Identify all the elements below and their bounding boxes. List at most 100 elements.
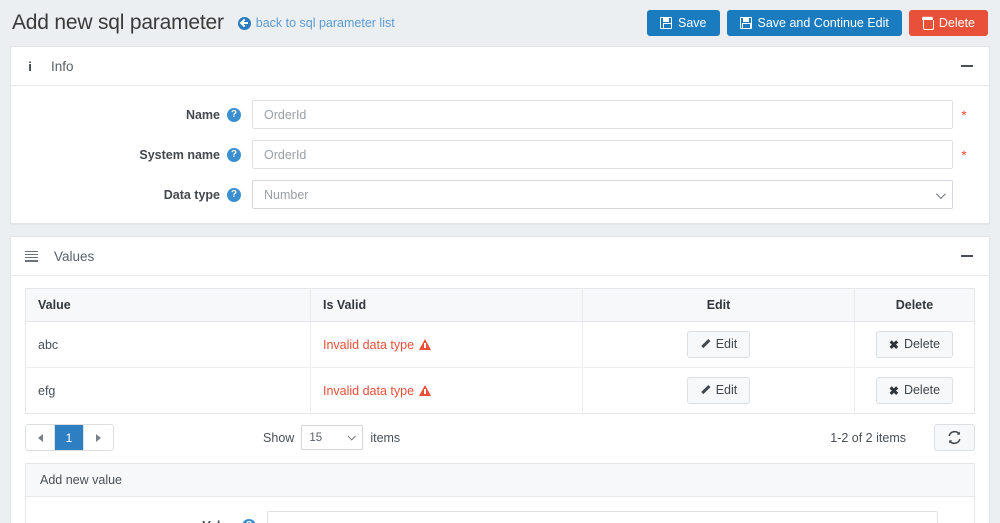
delete-row-button-label: Delete: [903, 383, 941, 397]
cell-value: efg: [25, 367, 311, 414]
invalid-status-label: Invalid data type: [323, 383, 415, 398]
data-type-field-label: Data type: [163, 187, 220, 202]
add-value-label-wrap: Value ?: [40, 518, 267, 523]
info-panel: i Info Name ? OrderId * System name ? Or…: [10, 46, 990, 224]
save-button-label: Save: [678, 15, 707, 30]
delete-button[interactable]: Delete: [908, 9, 988, 37]
save-and-continue-edit-button[interactable]: Save and Continue Edit: [726, 9, 902, 37]
times-icon: ✖: [888, 337, 899, 352]
system-name-required-marker: *: [961, 146, 967, 163]
question-mark-icon[interactable]: ?: [227, 147, 241, 162]
delete-row-button[interactable]: ✖ Delete: [875, 377, 954, 404]
add-new-value-body: Value ? Add new value: [26, 497, 974, 523]
data-type-field-row: Data type ? Number: [11, 180, 989, 209]
name-field-label: Name: [185, 107, 220, 122]
edit-row-button[interactable]: Edit: [686, 331, 751, 358]
cell-value: abc: [25, 321, 311, 368]
add-value-input[interactable]: [267, 511, 938, 523]
items-label: items: [370, 430, 401, 445]
caret-right-icon: [96, 433, 101, 442]
back-to-list-link[interactable]: back to sql parameter list: [237, 16, 395, 30]
table-row: efg Invalid data type Edit ✖ Delete: [25, 367, 975, 414]
values-table-wrap: Value Is Valid Edit Delete abc Invalid d…: [11, 288, 989, 414]
invalid-status: Invalid data type: [323, 337, 432, 352]
page-title: Add new sql parameter: [12, 11, 224, 34]
chevron-down-icon: [935, 189, 946, 200]
save-button[interactable]: Save: [647, 9, 720, 37]
table-row: abc Invalid data type Edit ✖ Delete: [25, 321, 975, 368]
info-panel-collapse-toggle[interactable]: [959, 58, 975, 74]
floppy-disk-icon: [739, 17, 752, 29]
warning-triangle-icon: [419, 385, 432, 396]
column-header-edit: Edit: [582, 288, 855, 322]
edit-row-button-label: Edit: [715, 337, 738, 351]
pencil-icon: [700, 385, 711, 396]
info-icon: i: [28, 58, 32, 74]
info-panel-title: Info: [51, 58, 74, 74]
column-header-is-valid: Is Valid: [310, 288, 583, 322]
cell-delete: ✖ Delete: [855, 368, 975, 414]
question-mark-icon[interactable]: ?: [242, 518, 256, 523]
add-new-value-title: Add new value: [26, 464, 974, 497]
pagination-page-1[interactable]: 1: [55, 425, 84, 450]
pagination-next-button[interactable]: [84, 425, 113, 450]
page-header: Add new sql parameter back to sql parame…: [0, 0, 1000, 46]
add-value-field-row: Value ?: [26, 511, 974, 523]
cell-edit: Edit: [582, 321, 855, 368]
cell-is-valid: Invalid data type: [310, 321, 583, 368]
delete-row-button-label: Delete: [903, 337, 941, 351]
data-type-field-label-wrap: Data type ?: [25, 187, 252, 202]
header-actions: Save Save and Continue Edit Delete: [647, 9, 988, 37]
values-table: Value Is Valid Edit Delete abc Invalid d…: [25, 288, 975, 414]
floppy-disk-icon: [660, 17, 673, 29]
edit-row-button-label: Edit: [715, 383, 738, 397]
values-panel-title: Values: [54, 248, 95, 264]
add-value-label: Value: [202, 519, 235, 523]
item-count-text: 1-2 of 2 items: [830, 430, 906, 445]
cell-edit: Edit: [582, 367, 855, 414]
name-field-row: Name ? OrderId *: [11, 100, 989, 129]
system-name-field-label-wrap: System name ?: [25, 147, 252, 162]
name-field-label-wrap: Name ?: [25, 107, 252, 122]
pagination-prev-button[interactable]: [26, 425, 55, 450]
refresh-icon: [948, 430, 961, 445]
name-required-marker: *: [961, 106, 967, 123]
info-panel-body: Name ? OrderId * System name ? OrderId *…: [11, 86, 989, 223]
system-name-input[interactable]: OrderId: [252, 140, 953, 169]
info-panel-header: i Info: [11, 47, 989, 86]
trash-icon: [921, 17, 934, 30]
page-size-value: 15: [309, 431, 323, 444]
data-type-select[interactable]: Number: [252, 180, 953, 209]
system-name-field-row: System name ? OrderId *: [11, 140, 989, 169]
values-table-body: abc Invalid data type Edit ✖ Delete efg …: [25, 321, 975, 414]
question-mark-icon[interactable]: ?: [227, 187, 241, 202]
page-size-control: Show 15 items: [263, 425, 400, 450]
arrow-left-circle-icon: [237, 16, 251, 30]
refresh-button[interactable]: [933, 424, 975, 451]
pencil-icon: [700, 339, 711, 350]
name-input[interactable]: OrderId: [252, 100, 953, 129]
values-table-header-row: Value Is Valid Edit Delete: [25, 288, 975, 322]
caret-left-icon: [37, 433, 43, 442]
times-icon: ✖: [888, 383, 899, 398]
question-mark-icon[interactable]: ?: [227, 107, 241, 122]
values-panel-collapse-toggle[interactable]: [959, 248, 975, 264]
pagination-bar: 1 Show 15 items 1-2 of 2 items: [11, 414, 989, 463]
add-new-value-panel: Add new value Value ? Add new value: [25, 463, 975, 523]
invalid-status-label: Invalid data type: [323, 337, 415, 352]
list-icon: [25, 250, 38, 262]
chevron-down-icon: [347, 432, 357, 441]
delete-button-label: Delete: [938, 15, 975, 30]
cell-delete: ✖ Delete: [854, 321, 975, 368]
values-panel-body: Value Is Valid Edit Delete abc Invalid d…: [11, 276, 989, 523]
delete-row-button[interactable]: ✖ Delete: [875, 331, 954, 358]
pagination-controls: 1: [25, 424, 114, 451]
data-type-selected-value: Number: [264, 187, 309, 202]
system-name-field-label: System name: [139, 147, 220, 162]
edit-row-button[interactable]: Edit: [686, 377, 751, 404]
show-label: Show: [263, 430, 295, 445]
invalid-status: Invalid data type: [323, 383, 432, 398]
page-size-select[interactable]: 15: [301, 425, 364, 450]
column-header-delete: Delete: [854, 288, 975, 322]
values-panel-header: Values: [11, 237, 989, 276]
